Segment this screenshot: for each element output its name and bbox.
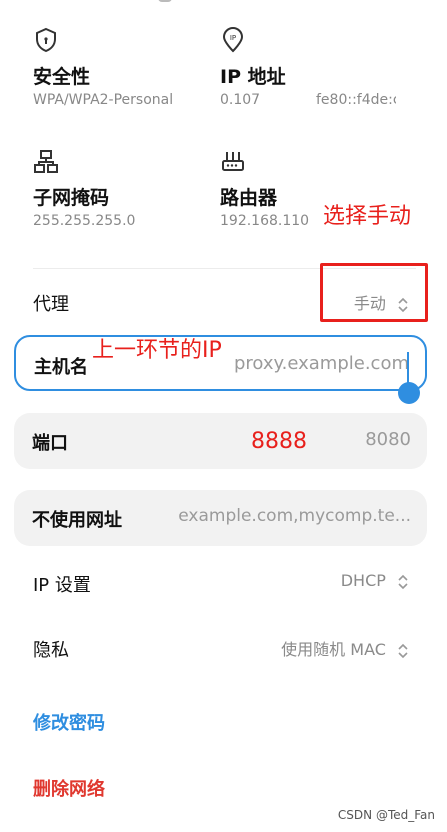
subnet-title: 子网掩码 xyxy=(33,187,110,209)
annotation-select-manual: 选择手动 xyxy=(323,204,412,229)
ip-settings-label: IP 设置 xyxy=(33,575,91,596)
network-icon xyxy=(33,148,59,174)
privacy-selector[interactable]: 使用随机 MAC xyxy=(281,636,409,660)
annotation-port-value: 8888 xyxy=(251,429,307,454)
svg-text:IP: IP xyxy=(230,34,236,42)
router-value: 192.168.110.1 xyxy=(220,213,310,229)
bypass-input[interactable]: example.com,mycomp.te... xyxy=(178,506,411,526)
annotation-previous-ip: 上一环节的IP xyxy=(92,338,222,363)
privacy-label: 隐私 xyxy=(33,640,69,661)
cursor-handle[interactable] xyxy=(398,382,420,404)
security-title: 安全性 xyxy=(33,66,91,88)
port-label: 端口 xyxy=(32,433,68,454)
ip-pin-icon: IP xyxy=(220,27,246,53)
hostname-label: 主机名 xyxy=(34,357,88,378)
ip-settings-value: DHCP xyxy=(340,571,386,590)
proxy-label: 代理 xyxy=(33,294,69,315)
modify-password-link[interactable]: 修改密码 xyxy=(33,709,105,735)
port-input[interactable]: 8080 xyxy=(365,429,411,450)
router-icon xyxy=(220,148,246,174)
ip-settings-selector[interactable]: DHCP xyxy=(341,571,409,591)
annotation-box xyxy=(320,263,428,322)
bypass-label: 不使用网址 xyxy=(32,510,122,531)
subnet-value: 255.255.255.0 xyxy=(33,213,136,229)
shield-icon xyxy=(33,27,59,53)
privacy-value: 使用随机 MAC xyxy=(281,640,386,659)
ipv6-value: fe80::f4de:c xyxy=(316,92,396,108)
chevron-updown-icon xyxy=(398,643,408,658)
hostname-input[interactable]: proxy.example.com xyxy=(234,353,409,374)
security-value: WPA/WPA2-Personal xyxy=(33,92,174,108)
ip-value: 0.107 xyxy=(220,92,261,108)
port-field[interactable]: 端口 8080 xyxy=(14,413,427,469)
chevron-updown-icon xyxy=(398,574,408,589)
bypass-field[interactable]: 不使用网址 example.com,mycomp.te... xyxy=(14,490,427,546)
watermark: CSDN @Ted_Fan xyxy=(337,808,435,822)
router-title: 路由器 xyxy=(220,187,278,209)
top-edge-fragment xyxy=(158,0,172,2)
ip-title: IP 地址 xyxy=(220,66,286,88)
delete-network-link[interactable]: 删除网络 xyxy=(33,775,105,801)
